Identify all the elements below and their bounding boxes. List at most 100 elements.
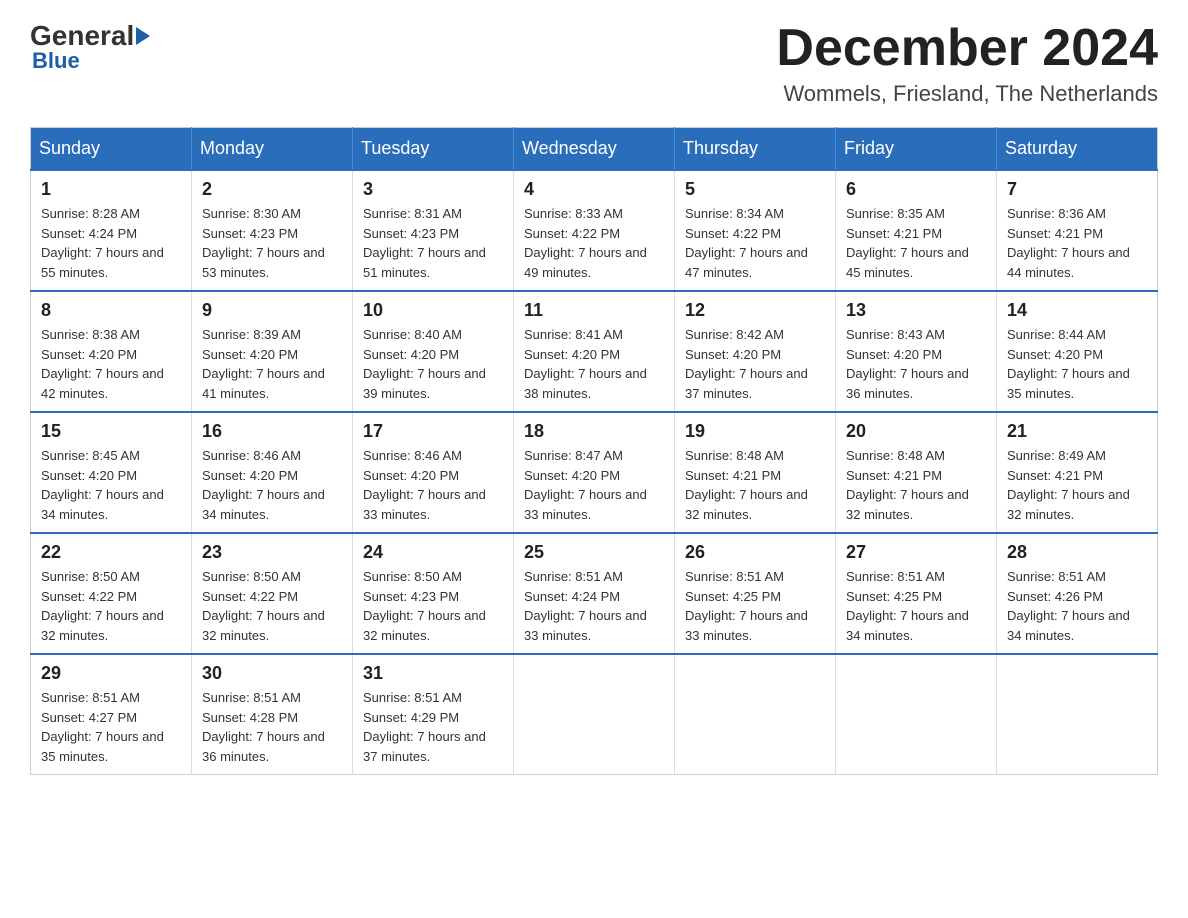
day-info: Sunrise: 8:45 AM Sunset: 4:20 PM Dayligh…	[41, 446, 181, 524]
table-row: 5 Sunrise: 8:34 AM Sunset: 4:22 PM Dayli…	[675, 170, 836, 291]
day-info: Sunrise: 8:41 AM Sunset: 4:20 PM Dayligh…	[524, 325, 664, 403]
day-number: 23	[202, 542, 342, 563]
day-number: 10	[363, 300, 503, 321]
logo-arrow-icon	[136, 27, 150, 45]
day-info: Sunrise: 8:34 AM Sunset: 4:22 PM Dayligh…	[685, 204, 825, 282]
day-info: Sunrise: 8:33 AM Sunset: 4:22 PM Dayligh…	[524, 204, 664, 282]
day-number: 3	[363, 179, 503, 200]
day-number: 8	[41, 300, 181, 321]
day-info: Sunrise: 8:51 AM Sunset: 4:26 PM Dayligh…	[1007, 567, 1147, 645]
table-row	[675, 654, 836, 775]
day-number: 26	[685, 542, 825, 563]
table-row	[836, 654, 997, 775]
table-row	[514, 654, 675, 775]
day-info: Sunrise: 8:51 AM Sunset: 4:29 PM Dayligh…	[363, 688, 503, 766]
day-info: Sunrise: 8:40 AM Sunset: 4:20 PM Dayligh…	[363, 325, 503, 403]
day-info: Sunrise: 8:31 AM Sunset: 4:23 PM Dayligh…	[363, 204, 503, 282]
table-row: 15 Sunrise: 8:45 AM Sunset: 4:20 PM Dayl…	[31, 412, 192, 533]
day-number: 27	[846, 542, 986, 563]
table-row: 27 Sunrise: 8:51 AM Sunset: 4:25 PM Dayl…	[836, 533, 997, 654]
day-info: Sunrise: 8:43 AM Sunset: 4:20 PM Dayligh…	[846, 325, 986, 403]
title-section: December 2024 Wommels, Friesland, The Ne…	[776, 20, 1158, 107]
table-row: 29 Sunrise: 8:51 AM Sunset: 4:27 PM Dayl…	[31, 654, 192, 775]
day-info: Sunrise: 8:47 AM Sunset: 4:20 PM Dayligh…	[524, 446, 664, 524]
day-info: Sunrise: 8:50 AM Sunset: 4:23 PM Dayligh…	[363, 567, 503, 645]
table-row: 2 Sunrise: 8:30 AM Sunset: 4:23 PM Dayli…	[192, 170, 353, 291]
day-info: Sunrise: 8:28 AM Sunset: 4:24 PM Dayligh…	[41, 204, 181, 282]
calendar-table: Sunday Monday Tuesday Wednesday Thursday…	[30, 127, 1158, 775]
day-number: 15	[41, 421, 181, 442]
calendar-week-row: 8 Sunrise: 8:38 AM Sunset: 4:20 PM Dayli…	[31, 291, 1158, 412]
header-friday: Friday	[836, 128, 997, 171]
day-info: Sunrise: 8:51 AM Sunset: 4:27 PM Dayligh…	[41, 688, 181, 766]
header-sunday: Sunday	[31, 128, 192, 171]
table-row: 28 Sunrise: 8:51 AM Sunset: 4:26 PM Dayl…	[997, 533, 1158, 654]
table-row: 17 Sunrise: 8:46 AM Sunset: 4:20 PM Dayl…	[353, 412, 514, 533]
day-number: 28	[1007, 542, 1147, 563]
day-info: Sunrise: 8:42 AM Sunset: 4:20 PM Dayligh…	[685, 325, 825, 403]
calendar-header-row: Sunday Monday Tuesday Wednesday Thursday…	[31, 128, 1158, 171]
day-number: 13	[846, 300, 986, 321]
day-info: Sunrise: 8:39 AM Sunset: 4:20 PM Dayligh…	[202, 325, 342, 403]
table-row: 6 Sunrise: 8:35 AM Sunset: 4:21 PM Dayli…	[836, 170, 997, 291]
day-number: 6	[846, 179, 986, 200]
calendar-week-row: 1 Sunrise: 8:28 AM Sunset: 4:24 PM Dayli…	[31, 170, 1158, 291]
day-number: 1	[41, 179, 181, 200]
day-number: 9	[202, 300, 342, 321]
day-number: 2	[202, 179, 342, 200]
day-info: Sunrise: 8:48 AM Sunset: 4:21 PM Dayligh…	[846, 446, 986, 524]
table-row: 8 Sunrise: 8:38 AM Sunset: 4:20 PM Dayli…	[31, 291, 192, 412]
table-row: 23 Sunrise: 8:50 AM Sunset: 4:22 PM Dayl…	[192, 533, 353, 654]
table-row: 19 Sunrise: 8:48 AM Sunset: 4:21 PM Dayl…	[675, 412, 836, 533]
table-row: 4 Sunrise: 8:33 AM Sunset: 4:22 PM Dayli…	[514, 170, 675, 291]
table-row: 25 Sunrise: 8:51 AM Sunset: 4:24 PM Dayl…	[514, 533, 675, 654]
table-row	[997, 654, 1158, 775]
day-number: 20	[846, 421, 986, 442]
day-info: Sunrise: 8:46 AM Sunset: 4:20 PM Dayligh…	[363, 446, 503, 524]
table-row: 31 Sunrise: 8:51 AM Sunset: 4:29 PM Dayl…	[353, 654, 514, 775]
header-monday: Monday	[192, 128, 353, 171]
table-row: 10 Sunrise: 8:40 AM Sunset: 4:20 PM Dayl…	[353, 291, 514, 412]
logo-blue-text: Blue	[32, 48, 80, 74]
day-number: 5	[685, 179, 825, 200]
day-info: Sunrise: 8:50 AM Sunset: 4:22 PM Dayligh…	[41, 567, 181, 645]
table-row: 21 Sunrise: 8:49 AM Sunset: 4:21 PM Dayl…	[997, 412, 1158, 533]
day-number: 14	[1007, 300, 1147, 321]
day-number: 19	[685, 421, 825, 442]
table-row: 26 Sunrise: 8:51 AM Sunset: 4:25 PM Dayl…	[675, 533, 836, 654]
day-info: Sunrise: 8:38 AM Sunset: 4:20 PM Dayligh…	[41, 325, 181, 403]
table-row: 14 Sunrise: 8:44 AM Sunset: 4:20 PM Dayl…	[997, 291, 1158, 412]
header-thursday: Thursday	[675, 128, 836, 171]
table-row: 20 Sunrise: 8:48 AM Sunset: 4:21 PM Dayl…	[836, 412, 997, 533]
day-info: Sunrise: 8:48 AM Sunset: 4:21 PM Dayligh…	[685, 446, 825, 524]
day-number: 18	[524, 421, 664, 442]
calendar-week-row: 29 Sunrise: 8:51 AM Sunset: 4:27 PM Dayl…	[31, 654, 1158, 775]
day-number: 29	[41, 663, 181, 684]
day-info: Sunrise: 8:49 AM Sunset: 4:21 PM Dayligh…	[1007, 446, 1147, 524]
day-number: 24	[363, 542, 503, 563]
day-number: 31	[363, 663, 503, 684]
table-row: 7 Sunrise: 8:36 AM Sunset: 4:21 PM Dayli…	[997, 170, 1158, 291]
day-info: Sunrise: 8:36 AM Sunset: 4:21 PM Dayligh…	[1007, 204, 1147, 282]
header-tuesday: Tuesday	[353, 128, 514, 171]
logo: General Blue	[30, 20, 152, 74]
calendar-week-row: 15 Sunrise: 8:45 AM Sunset: 4:20 PM Dayl…	[31, 412, 1158, 533]
day-info: Sunrise: 8:50 AM Sunset: 4:22 PM Dayligh…	[202, 567, 342, 645]
day-info: Sunrise: 8:51 AM Sunset: 4:28 PM Dayligh…	[202, 688, 342, 766]
day-number: 12	[685, 300, 825, 321]
table-row: 16 Sunrise: 8:46 AM Sunset: 4:20 PM Dayl…	[192, 412, 353, 533]
day-number: 4	[524, 179, 664, 200]
header-saturday: Saturday	[997, 128, 1158, 171]
table-row: 24 Sunrise: 8:50 AM Sunset: 4:23 PM Dayl…	[353, 533, 514, 654]
table-row: 30 Sunrise: 8:51 AM Sunset: 4:28 PM Dayl…	[192, 654, 353, 775]
table-row: 12 Sunrise: 8:42 AM Sunset: 4:20 PM Dayl…	[675, 291, 836, 412]
day-number: 17	[363, 421, 503, 442]
day-number: 25	[524, 542, 664, 563]
month-title: December 2024	[776, 20, 1158, 77]
calendar-week-row: 22 Sunrise: 8:50 AM Sunset: 4:22 PM Dayl…	[31, 533, 1158, 654]
day-info: Sunrise: 8:51 AM Sunset: 4:25 PM Dayligh…	[685, 567, 825, 645]
day-info: Sunrise: 8:51 AM Sunset: 4:25 PM Dayligh…	[846, 567, 986, 645]
table-row: 22 Sunrise: 8:50 AM Sunset: 4:22 PM Dayl…	[31, 533, 192, 654]
day-number: 30	[202, 663, 342, 684]
day-number: 7	[1007, 179, 1147, 200]
